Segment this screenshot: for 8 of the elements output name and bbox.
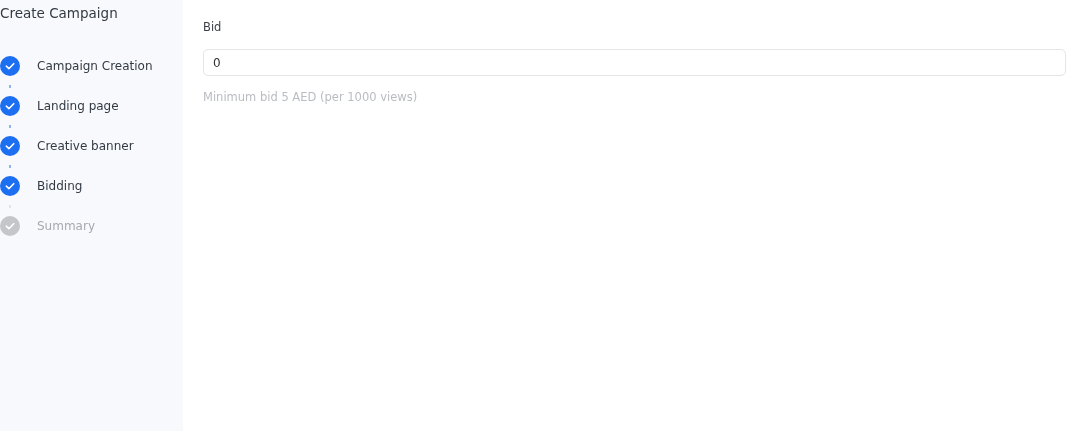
field-label: Bid [203, 19, 223, 35]
step-label[interactable]: Campaign Creation [37, 59, 153, 73]
step-label[interactable]: Creative banner [37, 139, 134, 153]
step-label[interactable]: Landing page [37, 99, 119, 113]
hint-text: Minimum bid 5 AED (per 1000 views) [203, 90, 419, 104]
step-label[interactable]: Bidding [37, 179, 83, 193]
sidebar-title: Create Campaign [0, 4, 119, 22]
bid-input-field[interactable]: 0 [203, 49, 1066, 76]
